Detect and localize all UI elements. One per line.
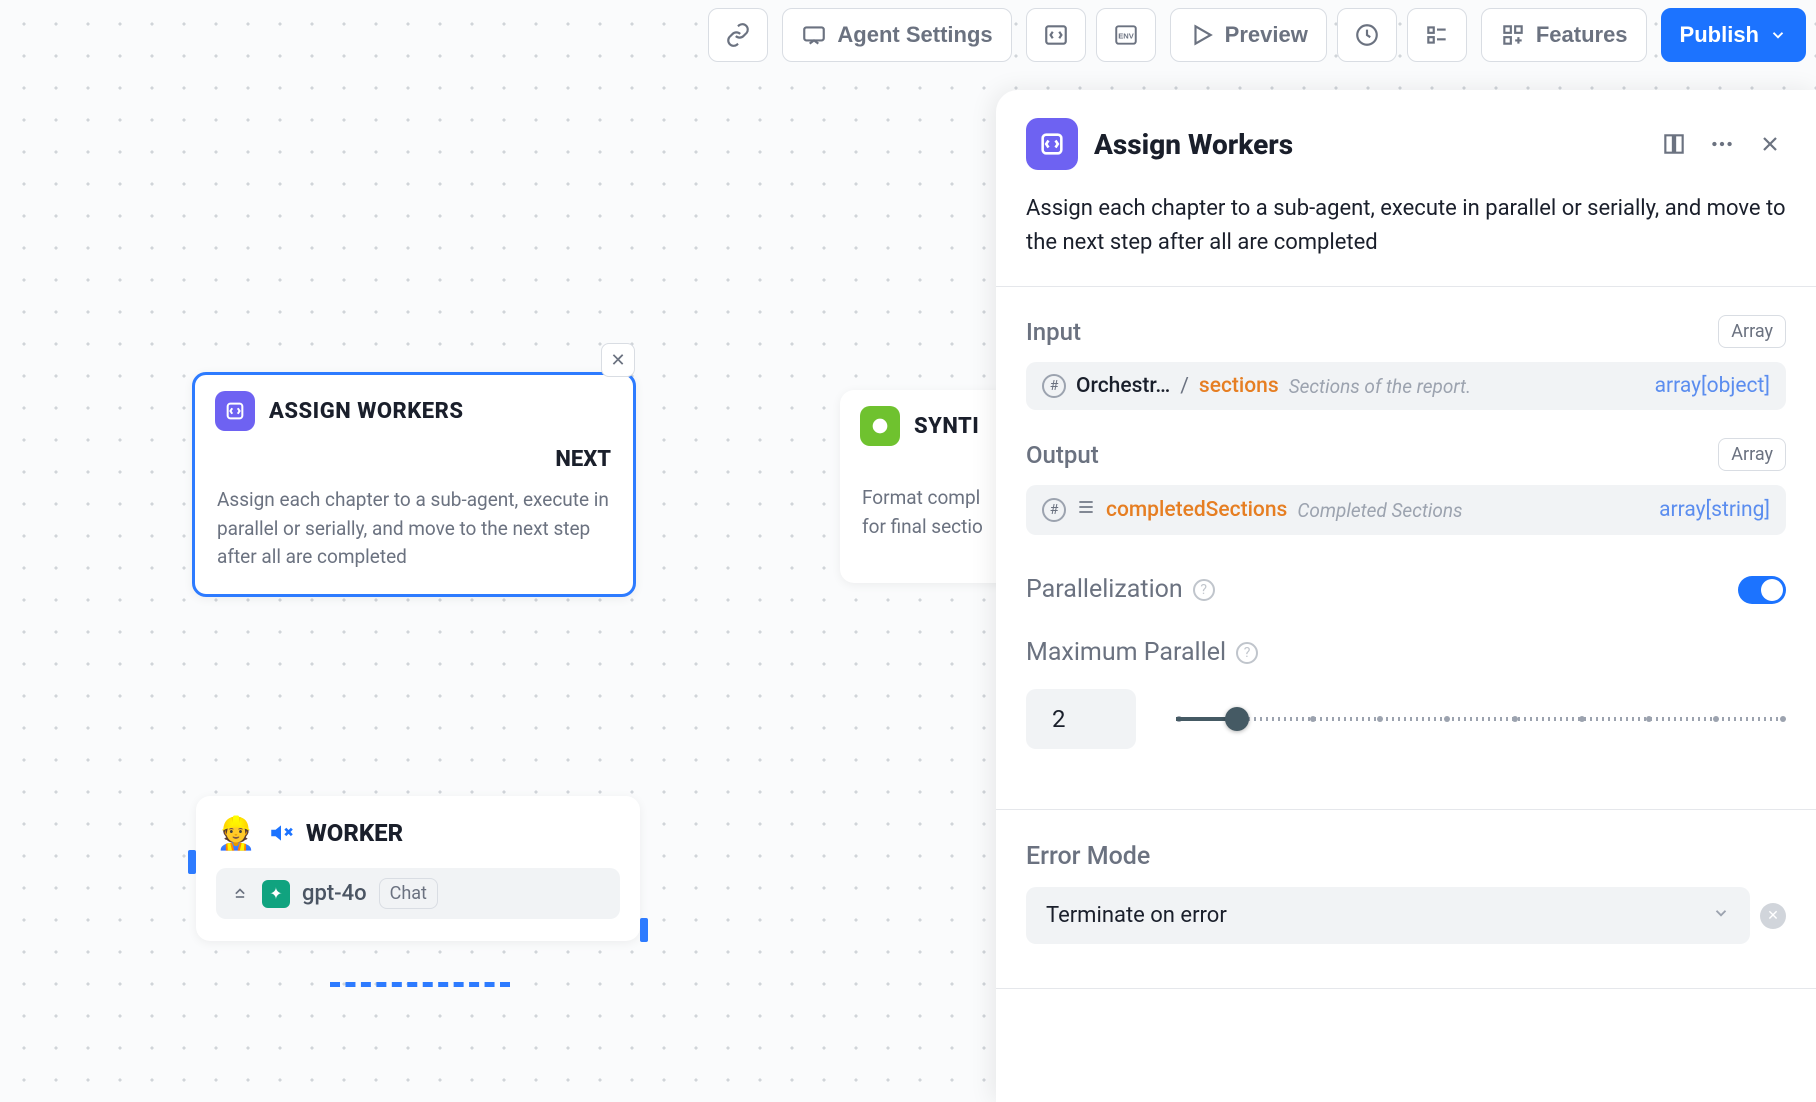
output-field: completedSections <box>1106 498 1287 522</box>
checklist-button[interactable] <box>1407 8 1467 62</box>
selection-dash <box>330 982 510 987</box>
output-binding-row[interactable]: # completedSections Completed Sections a… <box>1026 485 1786 535</box>
play-icon <box>1189 22 1215 48</box>
code-icon <box>1043 22 1069 48</box>
error-mode-value: Terminate on error <box>1046 903 1227 928</box>
input-hint: Sections of the report. <box>1289 375 1471 398</box>
toolbar: Agent Settings ENV Preview Features Publ… <box>698 8 1816 62</box>
book-icon <box>1661 131 1687 157</box>
output-type: array[string] <box>1659 498 1770 522</box>
output-tag: Array <box>1718 438 1786 471</box>
hash-icon: # <box>1042 498 1066 522</box>
link-button[interactable] <box>708 8 768 62</box>
help-icon[interactable]: ? <box>1236 642 1258 664</box>
list-icon <box>1076 497 1096 523</box>
output-hint: Completed Sections <box>1297 499 1462 522</box>
output-label: Output <box>1026 441 1099 469</box>
speaker-mute-icon <box>268 820 294 846</box>
selection-handle[interactable] <box>188 850 196 874</box>
close-icon <box>1758 132 1782 156</box>
error-mode-label: Error Mode <box>1026 842 1150 871</box>
worker-emoji-icon: 👷 <box>216 814 256 852</box>
input-tag: Array <box>1718 315 1786 348</box>
chat-settings-icon <box>801 22 827 48</box>
panel-icon <box>1026 118 1078 170</box>
chevron-up-icon <box>230 882 250 906</box>
selection-handle[interactable] <box>640 918 648 942</box>
close-panel-button[interactable] <box>1754 128 1786 160</box>
checklist-icon <box>1424 22 1450 48</box>
error-mode-select[interactable]: Terminate on error <box>1026 887 1750 944</box>
chevron-down-icon <box>1712 903 1730 928</box>
env-button[interactable]: ENV <box>1096 8 1156 62</box>
preview-label: Preview <box>1225 22 1308 48</box>
slider-thumb[interactable] <box>1225 707 1249 731</box>
max-parallel-label: Maximum Parallel <box>1026 638 1226 667</box>
input-type: array[object] <box>1655 374 1770 398</box>
publish-label: Publish <box>1680 22 1759 48</box>
synth-title: SYNTI <box>914 414 979 439</box>
worker-title: WORKER <box>306 819 403 847</box>
parallelization-toggle[interactable] <box>1738 576 1786 604</box>
hash-icon: # <box>1042 374 1066 398</box>
input-field: sections <box>1199 374 1279 398</box>
divider <box>996 809 1816 810</box>
agent-settings-label: Agent Settings <box>837 22 992 48</box>
divider <box>996 286 1816 287</box>
node-title: ASSIGN WORKERS <box>269 399 464 424</box>
chevron-down-icon <box>1769 26 1787 44</box>
input-label: Input <box>1026 318 1081 346</box>
node-next-label: NEXT <box>195 439 633 476</box>
model-selector[interactable]: ✦ gpt-4o Chat <box>216 868 620 919</box>
code-button[interactable] <box>1026 8 1086 62</box>
input-binding-row[interactable]: # Orchestr… / sections Sections of the r… <box>1026 362 1786 410</box>
agent-settings-button[interactable]: Agent Settings <box>782 8 1011 62</box>
max-parallel-slider[interactable] <box>1176 717 1786 721</box>
details-panel: Assign Workers Assign each chapter to a … <box>996 90 1816 1102</box>
model-name: gpt-4o <box>302 881 367 906</box>
node-worker[interactable]: 👷 WORKER ✦ gpt-4o Chat <box>196 796 640 941</box>
node-assign-workers[interactable]: ✕ ASSIGN WORKERS NEXT Assign each chapte… <box>192 372 636 597</box>
node-close-button[interactable]: ✕ <box>601 343 635 377</box>
parallelization-label: Parallelization <box>1026 575 1183 604</box>
synth-node-icon <box>860 406 900 446</box>
history-button[interactable] <box>1337 8 1397 62</box>
grid-add-icon <box>1500 22 1526 48</box>
max-parallel-value[interactable]: 2 <box>1026 689 1136 749</box>
features-label: Features <box>1536 22 1628 48</box>
features-button[interactable]: Features <box>1481 8 1647 62</box>
svg-text:ENV: ENV <box>1118 31 1134 40</box>
publish-button[interactable]: Publish <box>1661 8 1806 62</box>
docs-button[interactable] <box>1658 128 1690 160</box>
panel-title: Assign Workers <box>1094 128 1293 161</box>
panel-description: Assign each chapter to a sub-agent, exec… <box>1026 192 1786 286</box>
env-icon: ENV <box>1113 22 1139 48</box>
clock-icon <box>1354 22 1380 48</box>
divider <box>996 988 1816 989</box>
synth-desc-1: Format compl <box>862 486 980 509</box>
model-mode-tag: Chat <box>379 878 438 909</box>
preview-button[interactable]: Preview <box>1170 8 1327 62</box>
synth-desc-2: for final sectio <box>862 515 983 538</box>
node-description: Assign each chapter to a sub-agent, exec… <box>195 476 633 594</box>
clear-error-mode-button[interactable]: ✕ <box>1760 903 1786 929</box>
help-icon[interactable]: ? <box>1193 579 1215 601</box>
link-icon <box>725 22 751 48</box>
input-source: Orchestr… <box>1076 374 1170 398</box>
assign-workers-node-icon <box>215 391 255 431</box>
more-icon <box>1709 131 1735 157</box>
openai-icon: ✦ <box>262 880 290 908</box>
more-button[interactable] <box>1706 128 1738 160</box>
